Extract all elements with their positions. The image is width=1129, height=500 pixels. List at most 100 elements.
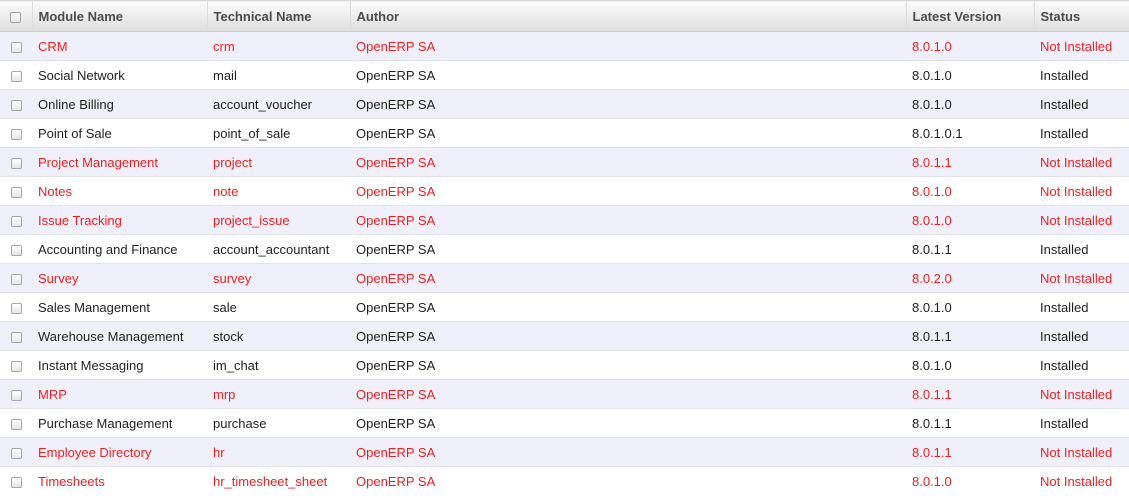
row-select-checkbox[interactable]	[10, 302, 22, 314]
table-header: Module Name Technical Name Author Latest…	[0, 0, 1129, 32]
table-row[interactable]: Project Management project OpenERP SA 8.0.1…	[0, 147, 1129, 177]
technical-name-cell: point_of_sale	[207, 118, 350, 148]
author-cell: OpenERP SA	[350, 60, 906, 90]
row-select-checkbox[interactable]	[10, 186, 22, 198]
status-cell: Not Installed	[1034, 147, 1129, 177]
row-select-checkbox[interactable]	[10, 128, 22, 140]
row-select-checkbox[interactable]	[10, 418, 22, 430]
table-row[interactable]: Purchase Management purchase OpenERP SA 8.0…	[0, 408, 1129, 438]
latest-version-cell: 8.0.1.0	[906, 466, 1034, 495]
latest-version-cell: 8.0.2.0	[906, 263, 1034, 293]
technical-name-cell: mail	[207, 60, 350, 90]
row-select-checkbox[interactable]	[10, 70, 22, 82]
module-name-cell: Point of Sale	[32, 118, 207, 148]
row-select-checkbox[interactable]	[10, 215, 22, 227]
module-name-cell: CRM	[32, 31, 207, 61]
technical-name-cell: project_issue	[207, 205, 350, 235]
table-row[interactable]: CRM crm OpenERP SA 8.0.1.0 Not Installed	[0, 31, 1129, 61]
author-cell: OpenERP SA	[350, 437, 906, 467]
latest-version-cell: 8.0.1.0	[906, 176, 1034, 206]
author-cell: OpenERP SA	[350, 234, 906, 264]
status-cell: Installed	[1034, 321, 1129, 351]
latest-version-cell: 8.0.1.0	[906, 292, 1034, 322]
technical-name-cell: survey	[207, 263, 350, 293]
table-row[interactable]: Survey survey OpenERP SA 8.0.2.0 Not Install…	[0, 263, 1129, 293]
table-row[interactable]: Online Billing account_voucher OpenERP SA 8…	[0, 89, 1129, 119]
module-name-cell: Notes	[32, 176, 207, 206]
author-cell: OpenERP SA	[350, 205, 906, 235]
header-row: Module Name Technical Name Author Latest…	[0, 0, 1129, 32]
row-select-cell	[0, 118, 32, 148]
latest-version-cell: 8.0.1.1	[906, 321, 1034, 351]
latest-version-cell: 8.0.1.1	[906, 234, 1034, 264]
row-select-cell	[0, 263, 32, 293]
column-header-status[interactable]: Status	[1033, 0, 1129, 32]
status-cell: Installed	[1034, 234, 1129, 264]
module-name-cell: Employee Directory	[32, 437, 207, 467]
status-cell: Not Installed	[1034, 263, 1129, 293]
latest-version-cell: 8.0.1.0	[906, 89, 1034, 119]
column-header-module-name[interactable]: Module Name	[31, 0, 207, 32]
status-cell: Not Installed	[1034, 466, 1129, 495]
module-name-cell: Accounting and Finance	[32, 234, 207, 264]
table-row[interactable]: MRP mrp OpenERP SA 8.0.1.1 Not Installed	[0, 379, 1129, 409]
row-select-checkbox[interactable]	[10, 476, 22, 488]
row-select-checkbox[interactable]	[10, 331, 22, 343]
row-select-checkbox[interactable]	[10, 99, 22, 111]
row-select-checkbox[interactable]	[10, 447, 22, 459]
author-cell: OpenERP SA	[350, 89, 906, 119]
row-select-cell	[0, 321, 32, 351]
status-cell: Installed	[1034, 89, 1129, 119]
column-header-technical-name[interactable]: Technical Name	[206, 0, 350, 32]
row-select-cell	[0, 437, 32, 467]
module-name-cell: MRP	[32, 379, 207, 409]
table-row[interactable]: Warehouse Management stock OpenERP SA 8.0.1…	[0, 321, 1129, 351]
technical-name-cell: hr_timesheet_sheet	[207, 466, 350, 495]
table-row[interactable]: Instant Messaging im_chat OpenERP SA 8.0.1.…	[0, 350, 1129, 380]
technical-name-cell: account_voucher	[207, 89, 350, 119]
latest-version-cell: 8.0.1.0	[906, 60, 1034, 90]
latest-version-cell: 8.0.1.0	[906, 205, 1034, 235]
table-row[interactable]: Point of Sale point_of_sale OpenERP SA 8.0.…	[0, 118, 1129, 148]
row-select-checkbox[interactable]	[10, 389, 22, 401]
status-cell: Not Installed	[1034, 437, 1129, 467]
row-select-cell	[0, 379, 32, 409]
row-select-cell	[0, 31, 32, 61]
row-select-checkbox[interactable]	[10, 41, 22, 53]
technical-name-cell: project	[207, 147, 350, 177]
author-cell: OpenERP SA	[350, 379, 906, 409]
table-row[interactable]: Employee Directory hr OpenERP SA 8.0.1.1 Not…	[0, 437, 1129, 467]
row-select-cell	[0, 292, 32, 322]
module-name-cell: Survey	[32, 263, 207, 293]
row-select-checkbox[interactable]	[10, 360, 22, 372]
column-header-author[interactable]: Author	[349, 0, 906, 32]
status-cell: Installed	[1034, 60, 1129, 90]
latest-version-cell: 8.0.1.0	[906, 31, 1034, 61]
table-row[interactable]: Accounting and Finance account_accountant…	[0, 234, 1129, 264]
technical-name-cell: mrp	[207, 379, 350, 409]
latest-version-cell: 8.0.1.1	[906, 147, 1034, 177]
module-name-cell: Warehouse Management	[32, 321, 207, 351]
row-select-checkbox[interactable]	[10, 273, 22, 285]
author-cell: OpenERP SA	[350, 263, 906, 293]
status-cell: Installed	[1034, 118, 1129, 148]
row-select-checkbox[interactable]	[10, 157, 22, 169]
latest-version-cell: 8.0.1.0.1	[906, 118, 1034, 148]
author-cell: OpenERP SA	[350, 466, 906, 495]
row-select-cell	[0, 147, 32, 177]
modules-list-table: Module Name Technical Name Author Latest…	[0, 0, 1129, 495]
column-header-latest-version[interactable]: Latest Version	[905, 0, 1034, 32]
table-row[interactable]: Notes note OpenERP SA 8.0.1.0 Not Installed	[0, 176, 1129, 206]
table-row[interactable]: Social Network mail OpenERP SA 8.0.1.0 Insta…	[0, 60, 1129, 90]
row-select-cell	[0, 60, 32, 90]
row-select-cell	[0, 234, 32, 264]
table-row[interactable]: Sales Management sale OpenERP SA 8.0.1.0 Ins…	[0, 292, 1129, 322]
row-select-checkbox[interactable]	[10, 244, 22, 256]
author-cell: OpenERP SA	[350, 31, 906, 61]
table-row[interactable]: Issue Tracking project_issue OpenERP SA 8.0…	[0, 205, 1129, 235]
select-all-checkbox[interactable]	[10, 11, 22, 23]
module-name-cell: Instant Messaging	[32, 350, 207, 380]
table-row[interactable]: Timesheets hr_timesheet_sheet OpenERP SA 8.…	[0, 466, 1129, 495]
status-cell: Installed	[1034, 350, 1129, 380]
technical-name-cell: hr	[207, 437, 350, 467]
